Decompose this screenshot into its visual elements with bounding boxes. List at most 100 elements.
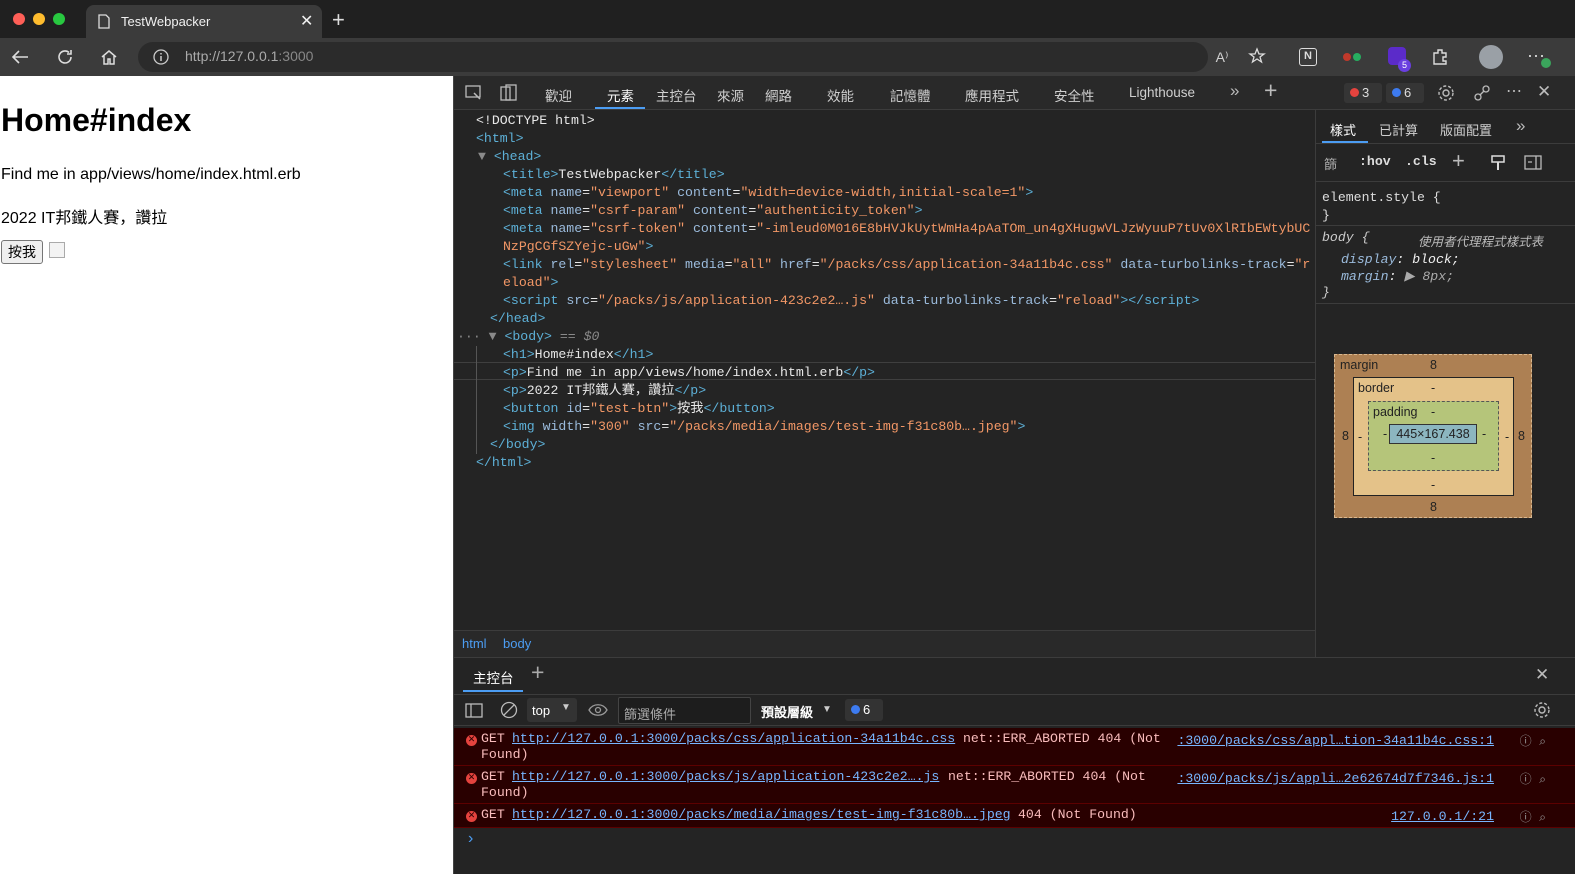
breadcrumb-html[interactable]: html <box>462 636 487 651</box>
message-count-badge[interactable]: 6 <box>1386 83 1424 103</box>
tab-styles[interactable]: 樣式 <box>1330 120 1356 139</box>
error-source-link[interactable]: 127.0.0.1/:21 <box>1391 809 1494 824</box>
devtools-more-icon[interactable]: ⋯ <box>1506 81 1522 101</box>
home-icon[interactable] <box>99 47 119 67</box>
more-tabs-icon[interactable]: » <box>1230 81 1239 101</box>
tab-sources[interactable]: 來源 <box>717 85 744 105</box>
paint-brush-icon[interactable] <box>1490 155 1506 171</box>
close-tab-icon[interactable]: ✕ <box>300 11 313 31</box>
live-expression-eye-icon[interactable] <box>588 703 608 717</box>
browser-tab[interactable]: TestWebpacker ✕ <box>86 5 322 38</box>
notion-extension-icon[interactable]: N <box>1299 48 1317 66</box>
add-tab-icon[interactable]: + <box>1264 77 1277 104</box>
favorite-icon[interactable] <box>1248 47 1268 67</box>
more-style-tabs-icon[interactable]: » <box>1516 116 1525 136</box>
tab-application[interactable]: 應用程式 <box>965 85 1019 105</box>
profile-avatar[interactable] <box>1479 45 1503 69</box>
border-bottom-value[interactable]: - <box>1431 478 1435 492</box>
dom-node-script[interactable]: <script src="/packs/js/application-423c2… <box>503 292 1199 310</box>
dom-node-img[interactable]: <img width="300" src="/packs/media/image… <box>503 418 1025 436</box>
console-filter-input[interactable]: 篩選條件 <box>618 697 751 724</box>
tab-welcome[interactable]: 歡迎 <box>545 85 572 105</box>
new-style-rule-icon[interactable]: + <box>1452 148 1465 174</box>
settings-gear-icon[interactable] <box>1437 84 1455 102</box>
test-button[interactable]: 按我 <box>1 240 43 264</box>
close-devtools-icon[interactable]: ✕ <box>1537 82 1551 102</box>
site-info-icon[interactable] <box>153 49 169 65</box>
dom-node-meta-csrf-param[interactable]: <meta name="csrf-param" content="authent… <box>503 202 922 220</box>
border-top-value[interactable]: - <box>1431 381 1435 395</box>
tab-layout[interactable]: 版面配置 <box>1440 120 1492 139</box>
device-emulation-icon[interactable] <box>500 84 518 102</box>
tab-network[interactable]: 網路 <box>765 85 792 105</box>
error-source-link[interactable]: :3000/packs/css/appl…tion-34a11b4c.css:1 <box>1177 733 1494 748</box>
class-toggle[interactable]: .cls <box>1405 154 1437 169</box>
margin-right-value[interactable]: 8 <box>1518 429 1525 443</box>
dom-node-h1[interactable]: <h1>Home#index</h1> <box>503 346 653 364</box>
console-sidebar-icon[interactable] <box>465 703 483 718</box>
dom-node-meta-csrf-token[interactable]: <meta name="csrf-token" content="-imleud… <box>503 220 1310 238</box>
connect-devices-icon[interactable] <box>1473 84 1491 102</box>
border-right-value[interactable]: - <box>1505 430 1509 444</box>
tab-security[interactable]: 安全性 <box>1054 85 1095 105</box>
tab-computed[interactable]: 已計算 <box>1379 120 1418 139</box>
box-model-content-size[interactable]: 445×167.438 <box>1389 424 1477 444</box>
maximize-window-button[interactable] <box>53 13 65 25</box>
border-left-value[interactable]: - <box>1358 430 1362 444</box>
padding-top-value[interactable]: - <box>1431 405 1435 419</box>
error-source-link[interactable]: :3000/packs/js/appli…2e62674d7f7346.js:1 <box>1177 771 1494 786</box>
dom-node-button[interactable]: <button id="test-btn">按我</button> <box>503 400 775 418</box>
dom-node-body[interactable]: ··· ▼ <body> == $0 <box>457 328 599 346</box>
element-style-rule[interactable]: element.style { <box>1322 190 1441 205</box>
reload-icon[interactable] <box>55 47 75 67</box>
img-src[interactable]: "/packs/media/images/test-img-f31c80b….j… <box>669 419 1017 434</box>
console-prompt[interactable]: › <box>468 830 473 848</box>
body-rule-selector[interactable]: body { <box>1322 230 1369 245</box>
margin-bottom-value[interactable]: 8 <box>1430 500 1437 514</box>
padding-bottom-value[interactable]: - <box>1431 451 1435 465</box>
tab-memory[interactable]: 記憶體 <box>890 85 931 105</box>
padding-left-value[interactable]: - <box>1383 427 1387 441</box>
error-url-link[interactable]: http://127.0.0.1:3000/packs/media/images… <box>512 807 1011 822</box>
console-settings-gear-icon[interactable] <box>1533 701 1551 719</box>
console-message-badge[interactable]: 6 <box>845 699 883 721</box>
error-actions-icon[interactable]: ⓘ ⌕ <box>1520 732 1546 749</box>
error-count-badge[interactable]: 3 <box>1344 83 1382 103</box>
margin-top-value[interactable]: 8 <box>1430 358 1437 372</box>
error-url-link[interactable]: http://127.0.0.1:3000/packs/js/applicati… <box>512 769 939 784</box>
breadcrumb-body[interactable]: body <box>503 636 531 651</box>
tab-lighthouse[interactable]: Lighthouse <box>1129 85 1195 100</box>
stylesheet-href[interactable]: "/packs/css/application-34a11b4c.css" <box>820 257 1113 272</box>
filter-styles-input[interactable]: 篩 <box>1324 154 1337 173</box>
dom-node-p2[interactable]: <p>2022 IT邦鐵人賽，讚拉</p> <box>503 382 706 400</box>
drawer-add-tab-icon[interactable]: + <box>531 659 544 686</box>
tab-elements[interactable]: 元素 <box>607 85 634 105</box>
toggle-sidebar-icon[interactable] <box>1524 155 1542 170</box>
extension-glasses-icon[interactable] <box>1342 49 1362 65</box>
dom-node-link-stylesheet[interactable]: <link rel="stylesheet" media="all" href=… <box>503 256 1310 274</box>
log-levels-dropdown[interactable]: 預設層級 <box>761 702 813 721</box>
error-url-link[interactable]: http://127.0.0.1:3000/packs/css/applicat… <box>512 731 955 746</box>
back-icon[interactable] <box>10 48 30 66</box>
padding-right-value[interactable]: - <box>1482 427 1486 441</box>
dom-node-meta-viewport[interactable]: <meta name="viewport" content="width=dev… <box>503 184 1033 202</box>
minimize-window-button[interactable] <box>33 13 45 25</box>
close-window-button[interactable] <box>13 13 25 25</box>
new-tab-button[interactable]: + <box>332 7 345 33</box>
tab-performance[interactable]: 效能 <box>827 85 854 105</box>
dom-node-title[interactable]: <title>TestWebpacker</title> <box>503 166 725 184</box>
error-actions-icon[interactable]: ⓘ ⌕ <box>1520 770 1546 787</box>
dom-node-doctype[interactable]: <!DOCTYPE html> <box>476 112 595 130</box>
script-src[interactable]: "/packs/js/application-423c2e2….js" <box>598 293 875 308</box>
read-aloud-icon[interactable]: A⁾ <box>1210 45 1234 69</box>
close-drawer-icon[interactable]: ✕ <box>1535 665 1549 685</box>
margin-left-value[interactable]: 8 <box>1342 429 1349 443</box>
address-bar[interactable]: http://127.0.0.1:3000 <box>138 42 1208 72</box>
context-selector[interactable]: top ▼ <box>527 698 577 722</box>
inspect-element-icon[interactable] <box>465 85 483 101</box>
error-actions-icon[interactable]: ⓘ ⌕ <box>1520 808 1546 825</box>
extensions-puzzle-icon[interactable] <box>1430 47 1450 67</box>
tab-console[interactable]: 主控台 <box>656 85 697 105</box>
dom-node-p1[interactable]: <p>Find me in app/views/home/index.html.… <box>503 364 875 382</box>
clear-console-icon[interactable] <box>500 701 518 719</box>
